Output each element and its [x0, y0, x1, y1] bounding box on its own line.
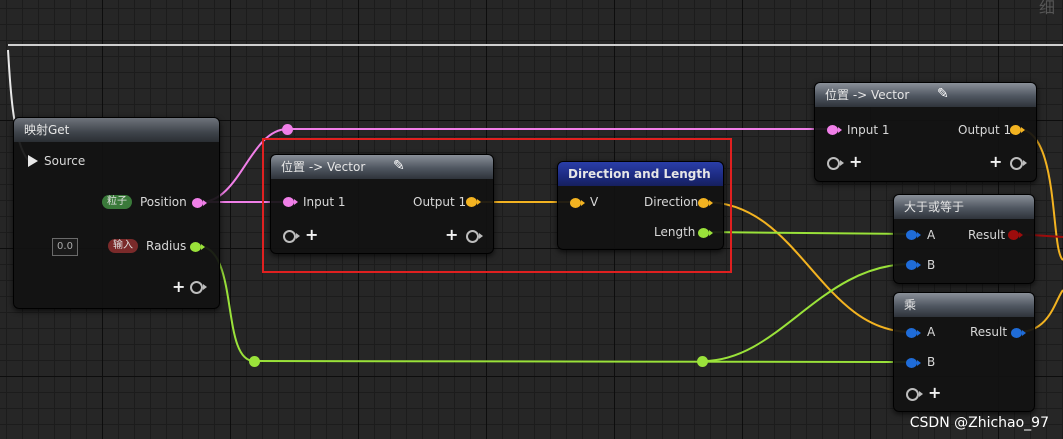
multiply-node[interactable]: 乘 A Result B + — [893, 292, 1035, 412]
source-label: Source — [44, 154, 86, 168]
position-to-vector-node-top[interactable]: 位置 -> Vector ✎ Input 1 Output 1 + + — [814, 82, 1037, 182]
radius-output-pin[interactable] — [190, 242, 205, 252]
greater-or-equal-node[interactable]: 大于或等于 A Result B — [893, 194, 1035, 284]
position-label: Position — [140, 195, 187, 209]
result-output-pin[interactable] — [1008, 230, 1023, 240]
reroute-knot-position[interactable] — [282, 124, 293, 135]
a-label: A — [927, 228, 936, 242]
add-input-pin-icon[interactable] — [827, 157, 844, 170]
radius-tag: 输入 — [108, 239, 138, 253]
greater-equal-title: 大于或等于 — [904, 200, 965, 214]
map-get-title: 映射Get — [24, 123, 70, 137]
multiply-title: 乘 — [904, 298, 917, 312]
wire-radius-greater — [702, 263, 912, 362]
pencil-icon[interactable]: ✎ — [937, 82, 949, 106]
a-label: A — [927, 325, 936, 339]
plus-icon[interactable]: + — [849, 154, 862, 170]
reroute-knot-radius-right[interactable] — [697, 356, 708, 367]
b-input-pin[interactable] — [906, 260, 921, 270]
map-get-node[interactable]: 映射Get Source 粒子 Position 0.0 输入 Radius + — [13, 117, 220, 309]
result-label: Result — [970, 325, 1008, 339]
b-label: B — [927, 258, 936, 272]
output1-pin[interactable] — [1010, 125, 1025, 135]
greater-equal-header[interactable]: 大于或等于 — [894, 195, 1034, 219]
radius-label: Radius — [146, 239, 187, 253]
map-get-header[interactable]: 映射Get — [14, 118, 219, 142]
exec-pin-icon[interactable] — [28, 155, 38, 167]
position-output-pin[interactable] — [192, 198, 207, 208]
plus-icon[interactable]: + — [172, 279, 185, 295]
pos-vector-top-header[interactable]: 位置 -> Vector ✎ — [815, 83, 1036, 107]
a-input-pin[interactable] — [906, 328, 921, 338]
plus-icon[interactable]: + — [928, 385, 941, 401]
multiply-header[interactable]: 乘 — [894, 293, 1034, 317]
input1-label: Input 1 — [847, 123, 890, 137]
result-label: Result — [968, 228, 1006, 242]
b-label: B — [927, 355, 936, 369]
plus-icon[interactable]: + — [989, 154, 1002, 170]
wire-length-greater — [702, 231, 912, 235]
result-output-pin[interactable] — [1011, 328, 1026, 338]
add-pin-icon[interactable] — [190, 281, 207, 294]
watermark: CSDN @Zhichao_97 — [909, 415, 1049, 431]
radius-value-box[interactable]: 0.0 — [52, 238, 78, 256]
highlight-box — [262, 138, 732, 273]
a-input-pin[interactable] — [906, 230, 921, 240]
input1-pin[interactable] — [827, 125, 842, 135]
b-input-pin[interactable] — [906, 358, 921, 368]
graph-canvas[interactable]: 细 映射Get Source 粒子 Position 0.0 输入 Radius… — [0, 0, 1063, 439]
add-output-pin-icon[interactable] — [1010, 157, 1027, 170]
reroute-knot-radius-left[interactable] — [249, 356, 260, 367]
output1-label: Output 1 — [958, 123, 1012, 137]
pos-vector-top-title: 位置 -> Vector — [825, 88, 910, 102]
add-input-pin-icon[interactable] — [906, 388, 923, 401]
position-tag: 粒子 — [102, 195, 132, 209]
